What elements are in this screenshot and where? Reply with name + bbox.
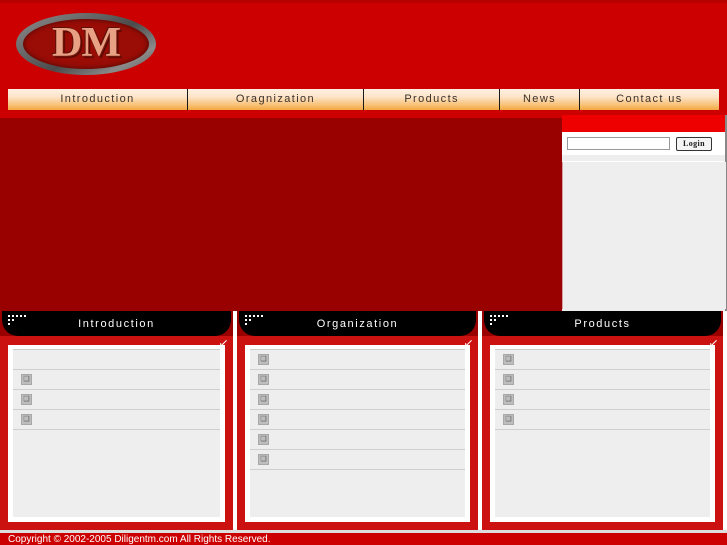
broken-image-icon: ❑ xyxy=(21,394,32,405)
list-item[interactable]: ❑ xyxy=(250,350,465,370)
broken-image-icon: ❑ xyxy=(258,374,269,385)
nav-item-oragnization[interactable]: Oragnization xyxy=(187,89,364,110)
list-filler-row xyxy=(250,470,465,517)
broken-image-icon: ❑ xyxy=(503,394,514,405)
list-item[interactable]: ❑ xyxy=(13,370,220,390)
page-root: DM Introduction Oragnization Products News C… xyxy=(0,0,727,545)
login-input[interactable] xyxy=(567,137,670,150)
list-item[interactable]: ❑ xyxy=(495,410,710,430)
broken-image-icon: ❑ xyxy=(21,414,32,425)
panel-frame-introduction: ↙ ❑ ❑ ❑ xyxy=(0,336,233,530)
list-item[interactable]: ❑ xyxy=(13,390,220,410)
panel-frame-organization: ↙ ❑ ❑ ❑ ❑ ❑ ❑ xyxy=(237,336,478,530)
logo-text: DM xyxy=(52,20,121,66)
header-top-rule xyxy=(0,0,727,3)
list-item[interactable]: ❑ xyxy=(13,410,220,430)
nav-items-container: Introduction Oragnization Products News Cont… xyxy=(8,89,720,110)
middle-area: Login xyxy=(0,115,727,311)
panel-inner-products: ❑ ❑ ❑ ❑ xyxy=(490,345,715,522)
footer-copyright: Copyright © 2002-2005 Diligentm.com All … xyxy=(0,533,727,545)
login-button[interactable]: Login xyxy=(676,136,712,151)
list-spacer-row xyxy=(13,350,220,370)
list-item[interactable]: ❑ xyxy=(495,370,710,390)
panel-list-organization: ❑ ❑ ❑ ❑ ❑ ❑ xyxy=(250,349,465,517)
panel-organization: Organization ↙ ❑ ❑ ❑ ❑ ❑ ❑ xyxy=(237,311,478,530)
panel-tab-products[interactable]: Products xyxy=(484,311,721,336)
panel-tab-introduction[interactable]: Introduction xyxy=(2,311,231,336)
list-item[interactable]: ❑ xyxy=(250,450,465,470)
broken-image-icon: ❑ xyxy=(503,414,514,425)
nav-item-products[interactable]: Products xyxy=(364,89,501,110)
list-item[interactable]: ❑ xyxy=(250,430,465,450)
list-filler-row xyxy=(13,430,220,517)
panel-header-organization: Organization xyxy=(237,311,478,336)
list-item[interactable]: ❑ xyxy=(250,390,465,410)
panel-header-products: Products xyxy=(482,311,723,336)
panel-tab-organization[interactable]: Organization xyxy=(239,311,476,336)
broken-image-icon: ❑ xyxy=(258,454,269,465)
site-logo[interactable]: DM xyxy=(16,13,156,75)
dot-grid-icon xyxy=(245,315,267,326)
broken-image-icon: ❑ xyxy=(258,354,269,365)
panel-list-products: ❑ ❑ ❑ ❑ xyxy=(495,349,710,517)
list-filler-row xyxy=(495,430,710,517)
list-item[interactable]: ❑ xyxy=(495,350,710,370)
nav-item-news[interactable]: News xyxy=(500,89,580,110)
panel-products: Products ↙ ❑ ❑ ❑ ❑ xyxy=(482,311,723,530)
list-item[interactable]: ❑ xyxy=(495,390,710,410)
panel-header-introduction: Introduction xyxy=(0,311,233,336)
broken-image-icon: ❑ xyxy=(258,414,269,425)
dot-grid-icon xyxy=(8,315,30,326)
dot-grid-icon xyxy=(490,315,512,326)
broken-image-icon: ❑ xyxy=(503,354,514,365)
hero-banner xyxy=(0,115,562,311)
panel-inner-organization: ❑ ❑ ❑ ❑ ❑ ❑ xyxy=(245,345,470,522)
nav-item-introduction[interactable]: Introduction xyxy=(8,89,188,110)
broken-image-icon: ❑ xyxy=(21,374,32,385)
list-item[interactable]: ❑ xyxy=(250,410,465,430)
sidebar-divider xyxy=(562,155,725,162)
broken-image-icon: ❑ xyxy=(258,394,269,405)
panel-frame-products: ↙ ❑ ❑ ❑ ❑ xyxy=(482,336,723,530)
broken-image-icon: ❑ xyxy=(503,374,514,385)
list-item[interactable]: ❑ xyxy=(250,370,465,390)
panels-row: Introduction ↙ ❑ ❑ ❑ Organization ↙ ❑ ❑ ❑ ❑ ❑ ❑ Produ… xyxy=(0,311,727,530)
nav-item-contact-us[interactable]: Contact us xyxy=(579,89,720,110)
site-header: DM xyxy=(0,0,727,86)
panel-introduction: Introduction ↙ ❑ ❑ ❑ xyxy=(0,311,233,530)
broken-image-icon: ❑ xyxy=(258,434,269,445)
sidebar-top-strip xyxy=(562,115,725,132)
panel-list-introduction: ❑ ❑ ❑ xyxy=(13,349,220,517)
sidebar-content-area xyxy=(562,162,726,309)
main-navigation: Introduction Oragnization Products News Cont… xyxy=(0,86,727,115)
right-sidebar: Login xyxy=(562,115,727,311)
panel-inner-introduction: ❑ ❑ ❑ xyxy=(8,345,225,522)
login-form: Login xyxy=(562,132,725,155)
